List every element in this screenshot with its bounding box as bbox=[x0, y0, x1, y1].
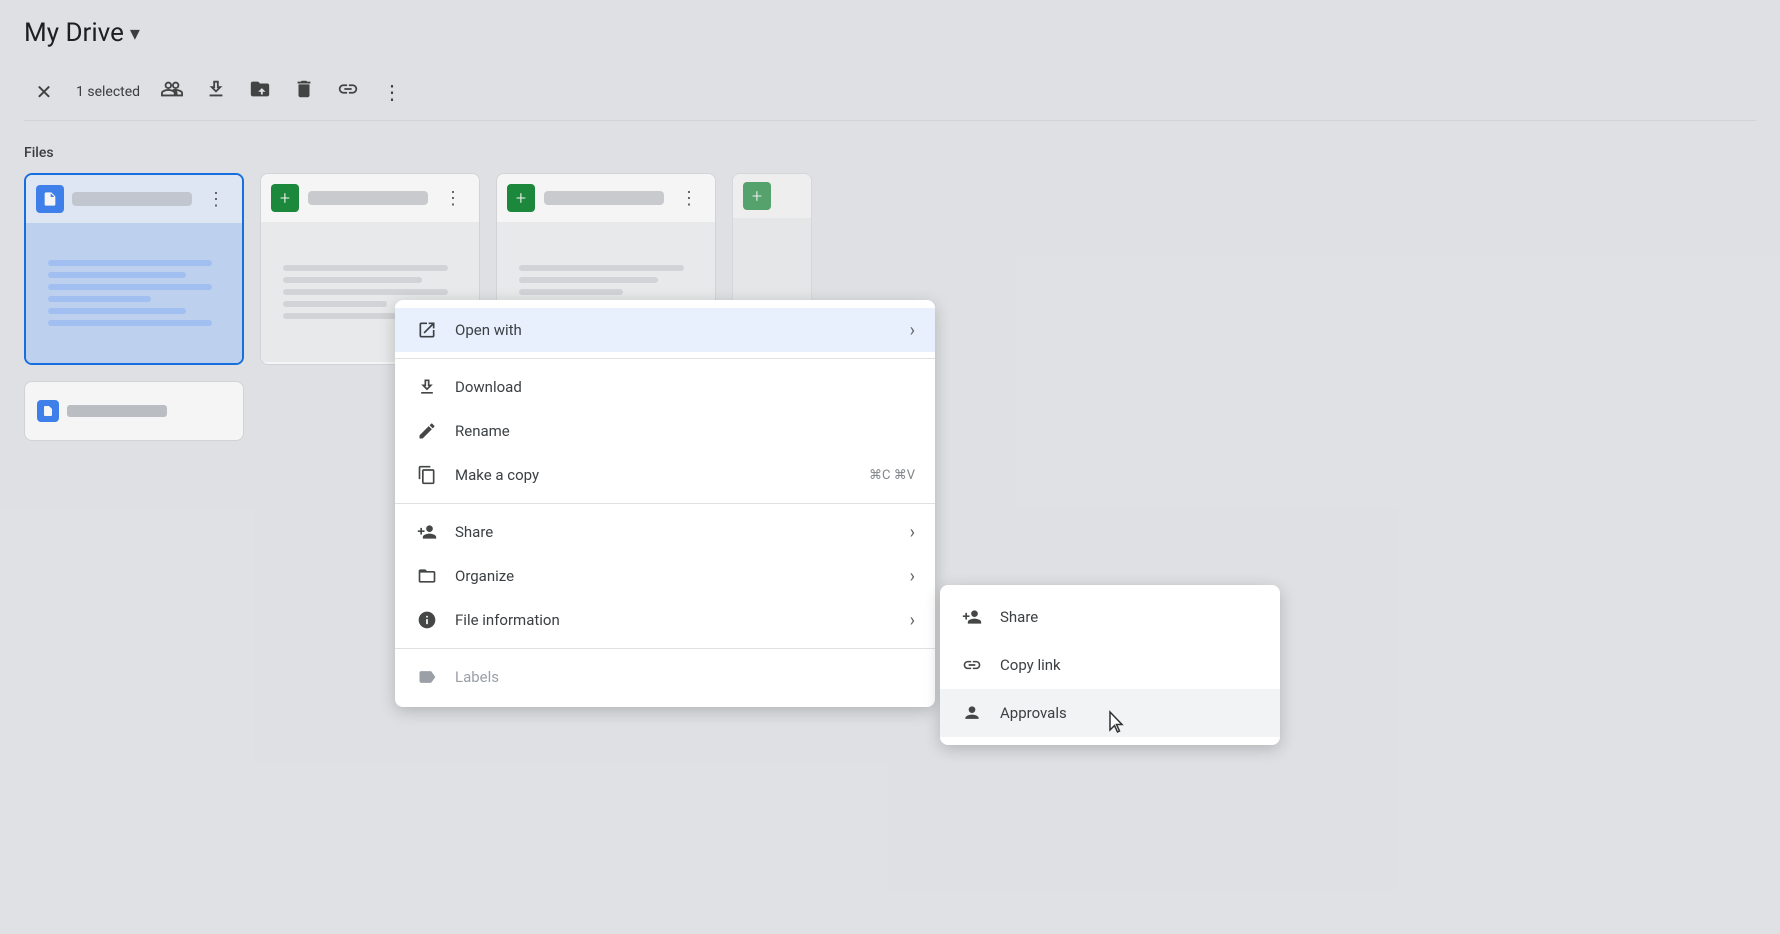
submenu-copy-link-label: Copy link bbox=[1000, 656, 1260, 674]
submenu-arrow-icon: › bbox=[910, 320, 915, 341]
menu-item-labels-label: Labels bbox=[455, 668, 915, 686]
info-icon bbox=[415, 608, 439, 632]
share-submenu: Share Copy link Approvals bbox=[940, 585, 1280, 745]
submenu-item-share[interactable]: Share bbox=[940, 593, 1280, 641]
menu-divider-1 bbox=[395, 358, 935, 359]
approvals-icon bbox=[960, 701, 984, 725]
menu-divider-2 bbox=[395, 503, 935, 504]
copy-link-icon bbox=[960, 653, 984, 677]
menu-item-copy-label: Make a copy bbox=[455, 466, 853, 484]
submenu-item-copy-link[interactable]: Copy link bbox=[940, 641, 1280, 689]
menu-item-rename[interactable]: Rename bbox=[395, 409, 935, 453]
submenu-item-approvals[interactable]: Approvals bbox=[940, 689, 1280, 737]
copy-icon bbox=[415, 463, 439, 487]
menu-item-download[interactable]: Download bbox=[395, 365, 935, 409]
context-menu: Open with › Download Rename Make a copy … bbox=[395, 300, 935, 707]
submenu-approvals-label: Approvals bbox=[1000, 704, 1260, 722]
menu-item-organize-label: Organize bbox=[455, 567, 894, 585]
menu-divider-3 bbox=[395, 648, 935, 649]
share-icon bbox=[415, 520, 439, 544]
menu-item-rename-label: Rename bbox=[455, 422, 915, 440]
label-icon bbox=[415, 665, 439, 689]
share-arrow-icon: › bbox=[910, 522, 915, 543]
menu-item-share-label: Share bbox=[455, 523, 894, 541]
file-info-arrow-icon: › bbox=[910, 610, 915, 631]
rename-icon bbox=[415, 419, 439, 443]
organize-icon bbox=[415, 564, 439, 588]
menu-item-open-with-label: Open with bbox=[455, 321, 894, 339]
menu-item-share[interactable]: Share › bbox=[395, 510, 935, 554]
submenu-share-label: Share bbox=[1000, 608, 1260, 626]
menu-item-open-with[interactable]: Open with › bbox=[395, 308, 935, 352]
menu-item-make-copy[interactable]: Make a copy ⌘C ⌘V bbox=[395, 453, 935, 497]
menu-item-organize[interactable]: Organize › bbox=[395, 554, 935, 598]
submenu-share-icon bbox=[960, 605, 984, 629]
organize-arrow-icon: › bbox=[910, 566, 915, 587]
menu-item-file-info[interactable]: File information › bbox=[395, 598, 935, 642]
copy-shortcut: ⌘C ⌘V bbox=[869, 468, 915, 483]
menu-item-download-label: Download bbox=[455, 378, 915, 396]
open-with-icon bbox=[415, 318, 439, 342]
menu-item-file-info-label: File information bbox=[455, 611, 894, 629]
menu-item-labels[interactable]: Labels bbox=[395, 655, 935, 699]
download-menu-icon bbox=[415, 375, 439, 399]
